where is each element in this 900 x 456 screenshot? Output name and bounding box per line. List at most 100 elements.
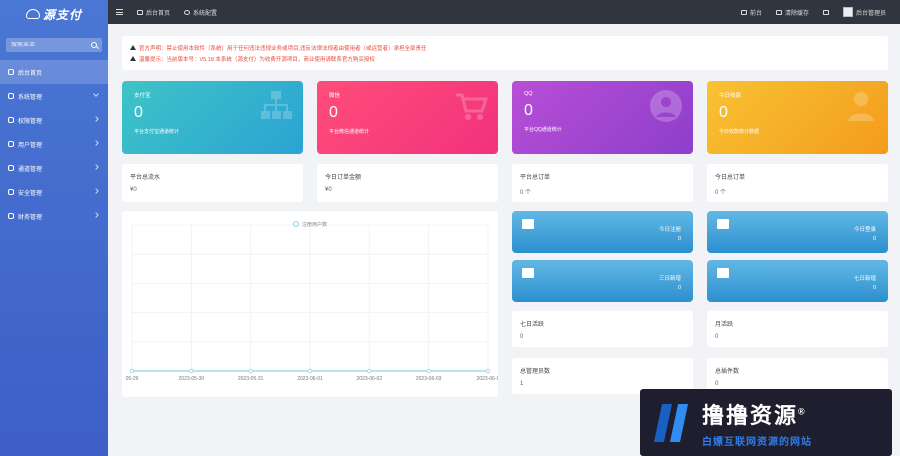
tile-three-day-new: 三日新增 0 <box>512 260 693 302</box>
tile-value: 0 <box>677 236 681 242</box>
chevron-right-icon <box>93 188 99 194</box>
logo[interactable]: 源支付 <box>0 0 108 28</box>
stat-total-flow: 平台总流水 ¥0 <box>122 164 303 202</box>
sidebar-item[interactable]: 用户管理 <box>0 132 108 156</box>
sidebar-item[interactable]: 财务管理 <box>0 204 108 228</box>
card-desc: 平台QQ通道统计 <box>524 127 562 133</box>
tab-home[interactable]: 后台首页 <box>137 8 170 17</box>
card-wechat: 微信 0 平台微信通道统计 <box>317 81 498 154</box>
menu-toggle-icon[interactable] <box>116 9 123 15</box>
sidebar: 源支付 后台首页系统管理权限管理用户管理通道管理安全管理财务管理 <box>0 0 108 456</box>
stat-monthly-active: 月活跃 0 <box>707 311 888 347</box>
tab-settings-label: 系统配置 <box>193 10 218 17</box>
menu-icon <box>8 165 14 171</box>
stat-value: 1 <box>520 381 524 387</box>
menu-icon <box>8 213 14 219</box>
watermark-logo-icon <box>650 398 694 448</box>
clear-cache-button[interactable]: 清除缓存 <box>775 8 809 17</box>
watermark-banner: 撸撸资源® 白嫖互联网资源的网站 <box>640 389 892 456</box>
sidebar-item-label: 通道管理 <box>18 166 43 173</box>
user-icon <box>848 92 874 121</box>
stat-total-orders: 平台总订单 0 个 <box>512 164 693 202</box>
stat-label: 七日活跃 <box>520 322 545 328</box>
x-tick-label: 2023-05-31 <box>238 376 264 382</box>
stat-value: 0 <box>520 334 524 340</box>
chevron-right-icon <box>93 140 99 146</box>
menu-icon <box>8 189 14 195</box>
search-input[interactable] <box>11 42 81 48</box>
stat-seven-day-active: 七日活跃 0 <box>512 311 693 347</box>
coffee-icon <box>522 219 534 229</box>
cart-icon <box>717 268 729 278</box>
sidebar-item-label: 权限管理 <box>18 118 43 125</box>
stat-value: ¥0 <box>325 187 332 193</box>
tile-seven-day-new: 七日新增 0 <box>707 260 888 302</box>
stat-label: 平台总订单 <box>520 175 551 181</box>
stat-value: ¥0 <box>130 187 137 193</box>
front-label: 前台 <box>749 10 762 17</box>
menu-icon <box>8 141 14 147</box>
sidebar-item-label: 财务管理 <box>18 214 43 221</box>
avatar <box>842 7 853 17</box>
stat-value: 0 个 <box>520 190 532 196</box>
notice-line-2: 温馨提示：当前版本号：V5.18 本系统（源支付）为收费开源项目，商业使用请联系… <box>130 53 880 64</box>
x-tick-label: 2023-06-01 <box>297 376 323 382</box>
tile-today-login: 今日登录 0 <box>707 211 888 253</box>
legend-label: 注册用户数 <box>302 221 327 228</box>
stat-label: 月活跃 <box>715 322 734 328</box>
truck-icon <box>717 219 729 229</box>
stat-label: 总插件数 <box>715 369 740 375</box>
chevron-right-icon <box>93 164 99 170</box>
topbar: 后台首页 系统配置 前台 清除缓存 后台管理员 <box>108 0 900 24</box>
search-icon[interactable] <box>91 42 97 48</box>
warning-icon <box>130 56 136 61</box>
tile-label: 三日新增 <box>658 276 681 282</box>
stat-value: 0 个 <box>715 190 727 196</box>
card-desc: 平台支付宝通道统计 <box>134 129 180 135</box>
sidebar-item-label: 安全管理 <box>18 190 43 197</box>
data-point <box>129 368 135 374</box>
gear-icon <box>184 9 191 15</box>
stat-label: 今日订单金额 <box>325 175 362 181</box>
watermark-subtitle: 白嫖互联网资源的网站 <box>702 436 812 448</box>
sidebar-item[interactable]: 权限管理 <box>0 108 108 132</box>
front-link[interactable]: 前台 <box>740 8 762 17</box>
cart-icon <box>456 93 488 120</box>
stat-value: 0 <box>715 381 719 387</box>
menu-icon <box>8 93 14 99</box>
notice-line-1: 官方声明：禁止使用本软件（系统）用于任何违法违规业务或项目,违反法律法规者由使用… <box>130 42 880 53</box>
fullscreen-button[interactable] <box>822 9 829 15</box>
legend-marker <box>293 221 299 227</box>
sidebar-item-label: 后台首页 <box>18 70 43 77</box>
registration-chart: 05-29 2023-05-30 2023-05-31 2023-06-01 2023-… <box>122 211 498 397</box>
tile-value: 0 <box>872 236 876 242</box>
card-desc: 平台微信通道统计 <box>329 129 370 135</box>
user-circle-icon <box>650 90 682 122</box>
home-icon <box>740 9 747 15</box>
sidebar-item[interactable]: 后台首页 <box>0 60 108 84</box>
cube-icon <box>522 268 534 278</box>
logo-text: 源支付 <box>42 7 82 22</box>
data-point <box>189 368 194 374</box>
x-tick-label: 2023-06-0 <box>477 376 498 382</box>
data-point <box>485 368 491 374</box>
admin-menu[interactable]: 后台管理员 <box>842 7 886 17</box>
sidebar-item[interactable]: 安全管理 <box>0 180 108 204</box>
stat-today-order-amount: 今日订单金额 ¥0 <box>317 164 498 202</box>
sidebar-item-label: 系统管理 <box>18 94 43 101</box>
sidebar-item[interactable]: 系统管理 <box>0 84 108 108</box>
warning-icon <box>130 45 136 50</box>
clear-cache-label: 清除缓存 <box>784 10 809 17</box>
card-alipay: 支付宝 0 平台支付宝通道统计 <box>122 81 303 154</box>
tab-settings[interactable]: 系统配置 <box>184 8 217 17</box>
stat-label: 今日总订单 <box>715 175 746 181</box>
cloud-logo-icon <box>25 9 40 19</box>
sidebar-item-label: 用户管理 <box>18 142 43 149</box>
x-tick-label: 2023-06-03 <box>416 376 442 382</box>
sidebar-item[interactable]: 通道管理 <box>0 156 108 180</box>
menu-icon <box>8 117 14 123</box>
notice-panel: 官方声明：禁止使用本软件（系统）用于任何违法违规业务或项目,违反法律法规者由使用… <box>122 36 888 70</box>
expand-icon <box>822 9 829 15</box>
dashboard-icon <box>137 9 143 15</box>
sidebar-search <box>6 38 102 52</box>
